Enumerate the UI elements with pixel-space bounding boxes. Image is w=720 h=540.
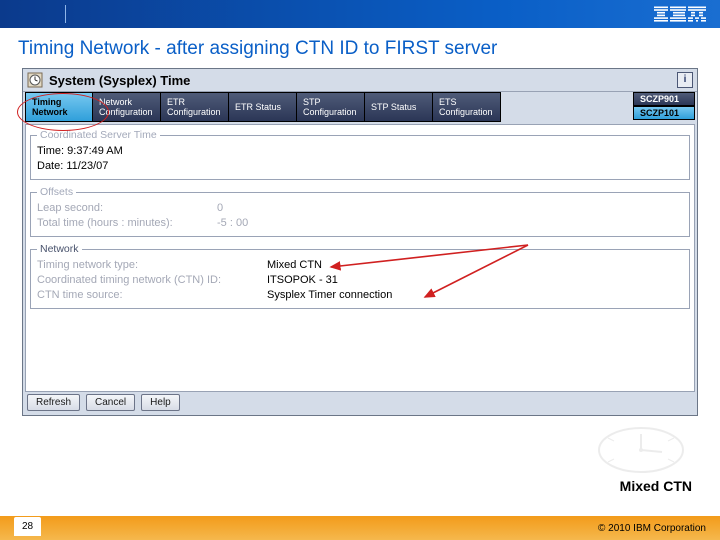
time-value: 9:37:49 AM xyxy=(67,144,123,159)
tab-strip: Timing Network Network Configuration ETR… xyxy=(23,92,697,122)
server-selector: SCZP901 SCZP101 xyxy=(633,92,695,120)
date-value: 11/23/07 xyxy=(66,159,108,174)
content-pane: Coordinated Server Time Time: 9:37:49 AM… xyxy=(25,124,695,392)
clock-icon xyxy=(27,72,43,88)
server-tab-a[interactable]: SCZP901 xyxy=(633,92,695,106)
window-titlebar: System (Sysplex) Time i xyxy=(23,69,697,92)
row-net-type: Timing network type: Mixed CTN xyxy=(37,258,683,273)
net-type-label: Timing network type: xyxy=(37,258,267,273)
watermark-clock-icon xyxy=(596,422,686,483)
page-number: 28 xyxy=(14,517,41,536)
leap-label: Leap second: xyxy=(37,201,217,216)
server-tab-b[interactable]: SCZP101 xyxy=(633,106,695,120)
tab-timing-network[interactable]: Timing Network xyxy=(25,92,93,122)
tab-network-config[interactable]: Network Configuration xyxy=(93,92,161,122)
row-leap: Leap second: 0 xyxy=(37,201,683,216)
group-network: Network Timing network type: Mixed CTN C… xyxy=(30,243,690,309)
slide-title: Timing Network - after assigning CTN ID … xyxy=(0,28,720,68)
app-window: System (Sysplex) Time i Timing Network N… xyxy=(22,68,698,416)
tab-stp-status[interactable]: STP Status xyxy=(365,92,433,122)
row-time: Time: 9:37:49 AM xyxy=(37,144,683,159)
time-label: Time: xyxy=(37,144,64,159)
cancel-button[interactable]: Cancel xyxy=(86,394,135,411)
title-separator xyxy=(65,5,66,23)
tab-etr-config[interactable]: ETR Configuration xyxy=(161,92,229,122)
ctn-src-value: Sysplex Timer connection xyxy=(267,288,392,303)
ctn-id-label: Coordinated timing network (CTN) ID: xyxy=(37,273,267,288)
ctn-src-label: CTN time source: xyxy=(37,288,267,303)
row-ctn-src: CTN time source: Sysplex Timer connectio… xyxy=(37,288,683,303)
tab-etr-status[interactable]: ETR Status xyxy=(229,92,297,122)
info-icon[interactable]: i xyxy=(677,72,693,88)
ctn-id-value: ITSOPOK - 31 xyxy=(267,273,338,288)
footer-bar: 28 © 2010 IBM Corporation xyxy=(0,516,720,540)
button-bar: Refresh Cancel Help xyxy=(27,394,180,411)
refresh-button[interactable]: Refresh xyxy=(27,394,80,411)
tab-ets-config[interactable]: ETS Configuration xyxy=(433,92,501,122)
legend-offsets: Offsets xyxy=(37,186,76,198)
tab-stp-config[interactable]: STP Configuration xyxy=(297,92,365,122)
date-label: Date: xyxy=(37,159,63,174)
row-ctn-id: Coordinated timing network (CTN) ID: ITS… xyxy=(37,273,683,288)
slide-caption: Mixed CTN xyxy=(620,478,692,494)
total-label: Total time (hours : minutes): xyxy=(37,216,217,231)
ibm-logo-icon xyxy=(654,5,706,23)
row-total: Total time (hours : minutes): -5 : 00 xyxy=(37,216,683,231)
net-type-value: Mixed CTN xyxy=(267,258,322,273)
total-value: -5 : 00 xyxy=(217,216,248,231)
window-title: System (Sysplex) Time xyxy=(49,73,190,88)
leap-value: 0 xyxy=(217,201,223,216)
title-bar xyxy=(0,0,720,28)
legend-coord: Coordinated Server Time xyxy=(37,129,160,141)
group-offsets: Offsets Leap second: 0 Total time (hours… xyxy=(30,186,690,237)
group-coordinated-time: Coordinated Server Time Time: 9:37:49 AM… xyxy=(30,129,690,180)
copyright: © 2010 IBM Corporation xyxy=(598,523,706,534)
row-date: Date: 11/23/07 xyxy=(37,159,683,174)
help-button[interactable]: Help xyxy=(141,394,180,411)
legend-network: Network xyxy=(37,243,82,255)
